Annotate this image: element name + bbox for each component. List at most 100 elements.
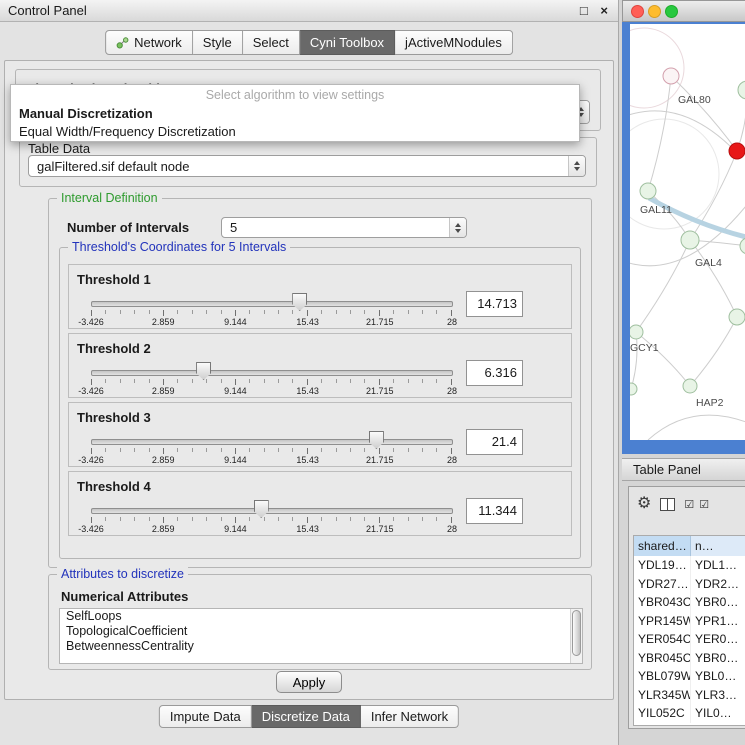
network-node-gal80[interactable] [663, 68, 679, 84]
tab-cyni-toolbox[interactable]: Cyni Toolbox [300, 30, 395, 55]
threshold-slider-track[interactable] [91, 301, 453, 307]
threshold-slider-thumb[interactable] [196, 362, 211, 380]
table-cell: YER0… [691, 630, 745, 649]
scale-tick-label: 2.859 [152, 524, 175, 534]
tab-discretize-data[interactable]: Discretize Data [252, 705, 361, 728]
scrollbar[interactable] [570, 609, 582, 663]
attributes-group-label: Attributes to discretize [57, 567, 188, 581]
close-traffic-light[interactable] [631, 5, 644, 18]
select-checks-icon[interactable]: ☑ ☑ [684, 498, 710, 511]
float-window-icon[interactable]: □ [580, 3, 588, 18]
threshold-slider-thumb[interactable] [369, 431, 384, 449]
scale-tick-label: 21.715 [366, 317, 394, 327]
scale-tick-label: -3.426 [78, 317, 104, 327]
scale-tick-label: 2.859 [152, 386, 175, 396]
apply-button[interactable]: Apply [276, 671, 342, 693]
table-row[interactable]: YLR345WYLR3… [634, 686, 745, 705]
table-cell: YPR1… [691, 612, 745, 631]
attribute-list-item[interactable]: BetweennessCentrality [60, 639, 582, 654]
cyni-toolbox-panel: Discretization Algorithm Table Data galF… [4, 60, 614, 700]
network-edge [737, 90, 745, 151]
node-label: HAP2 [696, 397, 724, 409]
table-row[interactable]: YPR145WYPR1… [634, 612, 745, 631]
table-data-select[interactable]: galFiltered.sif default node [28, 155, 586, 177]
attributes-to-discretize-group: Attributes to discretize Numerical Attri… [48, 574, 592, 670]
minimize-traffic-light[interactable] [648, 5, 661, 18]
numerical-attributes-label: Numerical Attributes [61, 589, 188, 604]
threshold-value-field[interactable]: 14.713 [466, 291, 523, 317]
tab-label: Network [134, 35, 182, 50]
bottom-tab-bar: Impute Data Discretize Data Infer Network [159, 705, 459, 728]
threshold-slider-track[interactable] [91, 439, 453, 445]
threshold-slider-thumb[interactable] [292, 293, 307, 311]
zoom-traffic-light[interactable] [665, 5, 678, 18]
threshold-slider-track[interactable] [91, 508, 453, 514]
scale-tick-label: 15.43 [296, 524, 319, 534]
network-node-gal11[interactable] [640, 183, 656, 199]
network-node-gal4[interactable] [681, 231, 699, 249]
threshold-panel-2: Threshold 2-3.4262.8599.14415.4321.71528… [68, 333, 572, 398]
threshold-panel-4: Threshold 4-3.4262.8599.14415.4321.71528… [68, 471, 572, 536]
network-node[interactable] [729, 309, 745, 325]
threshold-slider-thumb[interactable] [254, 500, 269, 518]
columns-icon[interactable] [660, 498, 675, 511]
node-label: GAL80 [678, 94, 711, 106]
scrollbar-thumb[interactable] [572, 610, 581, 656]
scale-tick-label: 9.144 [224, 386, 247, 396]
table-cell: YLR345W [634, 686, 691, 705]
column-header-0[interactable]: shared… [634, 536, 691, 556]
network-node-gcy1[interactable] [630, 325, 643, 339]
table-row[interactable]: YDR27…YDR2… [634, 575, 745, 594]
threshold-value-field[interactable]: 21.4 [466, 429, 523, 455]
scale-tick-label: 9.144 [224, 524, 247, 534]
network-edge [648, 415, 745, 440]
slider-ticks [91, 379, 452, 385]
network-node[interactable] [729, 143, 745, 159]
scale-tick-label: 2.859 [152, 455, 175, 465]
network-window-frame: GAL80GAL11GAL4GCY1HAP2 [622, 22, 745, 454]
network-window-titlebar [622, 0, 745, 22]
tab-select[interactable]: Select [243, 30, 300, 55]
scale-tick-label: 15.43 [296, 386, 319, 396]
table-cell: YER054C [634, 630, 691, 649]
top-tab-bar: Network Style Select Cyni ToolboxjActiveMNo… [105, 30, 513, 55]
attribute-list-item[interactable]: SelfLoops [60, 609, 582, 624]
column-header-1[interactable]: n… [691, 536, 745, 556]
network-node-hap2[interactable] [683, 379, 697, 393]
table-cell: YDL1… [691, 556, 745, 575]
table-cell: YDR2… [691, 575, 745, 594]
algorithm-option-equal-width-frequency[interactable]: Equal Width/Frequency Discretization [11, 122, 579, 141]
number-of-intervals-select[interactable]: 5 [221, 217, 467, 238]
close-window-icon[interactable]: × [600, 3, 608, 18]
table-row[interactable]: YDL19…YDL1… [634, 556, 745, 575]
table-cell: YDL19… [634, 556, 691, 575]
tab-style[interactable]: Style [193, 30, 243, 55]
gear-icon[interactable]: ⚙ [637, 496, 651, 512]
tab-network[interactable]: Network [105, 30, 193, 55]
network-canvas[interactable]: GAL80GAL11GAL4GCY1HAP2 [630, 24, 745, 440]
network-node[interactable] [740, 238, 745, 254]
table-row[interactable]: YIL052CYIL0… [634, 704, 745, 723]
threshold-slider-track[interactable] [91, 370, 453, 376]
table-row[interactable]: YBR043CYBR0… [634, 593, 745, 612]
table-row[interactable]: YBR045CYBR0… [634, 649, 745, 668]
table-row[interactable]: YBL079WYBL0… [634, 667, 745, 686]
threshold-value-field[interactable]: 6.316 [466, 360, 523, 386]
network-node[interactable] [738, 81, 745, 99]
tab-impute-data[interactable]: Impute Data [159, 705, 252, 728]
table-cell: YLR3… [691, 686, 745, 705]
tab-jactivemnodules[interactable]: jActiveMNodules [395, 30, 513, 55]
algorithm-option-manual-discretization[interactable]: Manual Discretization [11, 104, 579, 122]
threshold-value-field[interactable]: 11.344 [466, 498, 523, 524]
tab-label: Discretize Data [262, 709, 350, 724]
node-label: GCY1 [630, 342, 659, 354]
slider-ticks [91, 310, 452, 316]
attribute-list-item[interactable]: TopologicalCoefficient [60, 624, 582, 639]
network-node[interactable] [630, 383, 637, 395]
network-edge [690, 317, 737, 386]
slider-scale-labels: -3.4262.8599.14415.4321.71528 [91, 455, 452, 465]
tab-infer-network[interactable]: Infer Network [361, 705, 459, 728]
tab-label: Select [253, 35, 289, 50]
network-edge [636, 332, 690, 386]
table-row[interactable]: YER054CYER0… [634, 630, 745, 649]
